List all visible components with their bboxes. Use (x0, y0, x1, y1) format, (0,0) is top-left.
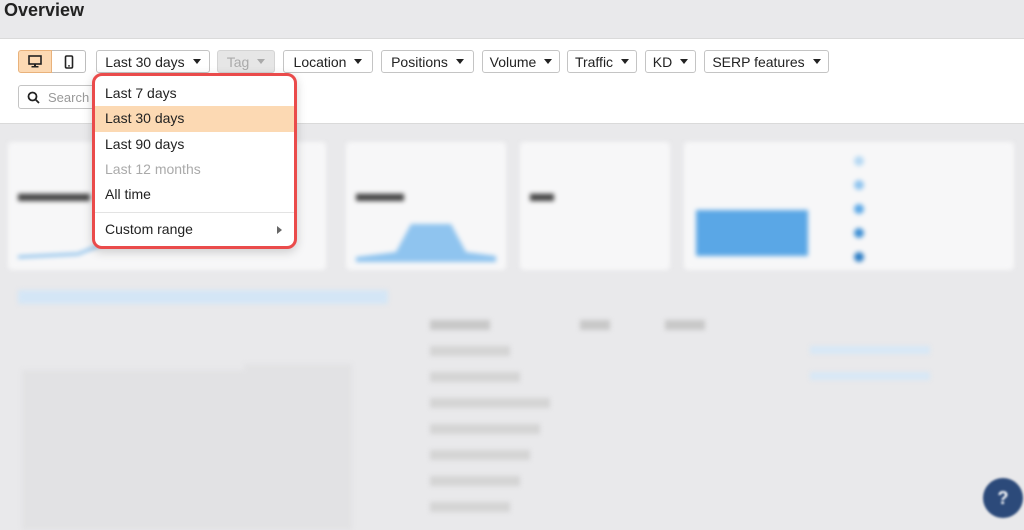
kd-filter[interactable]: KD (645, 50, 696, 73)
desktop-button[interactable] (18, 50, 52, 73)
desktop-icon (28, 55, 42, 68)
chevron-down-icon (257, 59, 266, 64)
metric-card: ▬ (520, 142, 670, 270)
date-range-menu: Last 7 days Last 30 days Last 90 days La… (92, 73, 297, 249)
chevron-right-icon (277, 226, 282, 235)
metric-card (684, 142, 1014, 270)
help-button[interactable]: ? (983, 478, 1023, 518)
menu-item-last-90-days[interactable]: Last 90 days (95, 132, 294, 157)
chevron-down-icon (354, 59, 363, 64)
device-toggle (18, 50, 86, 73)
menu-item-custom-range[interactable]: Custom range (95, 217, 294, 242)
traffic-filter-label: Traffic (574, 53, 614, 70)
chevron-down-icon (680, 59, 689, 64)
page-title: Overview (4, 0, 85, 20)
blurred-chart (22, 370, 352, 530)
metric-card: ▬▬ (346, 142, 506, 270)
menu-item-last-7-days[interactable]: Last 7 days (95, 81, 294, 106)
kd-filter-label: KD (652, 53, 673, 70)
chevron-down-icon (544, 59, 553, 64)
tag-filter-label: Tag (226, 53, 250, 70)
chevron-down-icon (192, 59, 201, 64)
custom-range-label: Custom range (105, 221, 193, 238)
chevron-down-icon (455, 59, 464, 64)
menu-item-last-30-days[interactable]: Last 30 days (95, 106, 294, 132)
location-filter-label: Location (293, 53, 347, 70)
tag-filter[interactable]: Tag (217, 50, 275, 73)
mobile-icon (64, 54, 73, 69)
volume-filter[interactable]: Volume (482, 50, 560, 73)
chevron-down-icon (812, 59, 821, 64)
positions-filter-label: Positions (391, 53, 448, 70)
positions-filter[interactable]: Positions (381, 50, 474, 73)
search-input[interactable] (48, 89, 98, 105)
mobile-button[interactable] (52, 50, 86, 73)
location-filter[interactable]: Location (283, 50, 373, 73)
traffic-filter[interactable]: Traffic (567, 50, 637, 73)
date-range-label: Last 30 days (105, 53, 185, 70)
menu-item-all-time[interactable]: All time (95, 182, 294, 207)
date-range-dropdown[interactable]: Last 30 days (96, 50, 210, 73)
menu-item-last-12-months: Last 12 months (105, 160, 201, 177)
serp-features-filter-label: SERP features (712, 53, 805, 70)
serp-features-filter[interactable]: SERP features (704, 50, 829, 73)
menu-divider (95, 212, 294, 214)
search-icon (27, 91, 40, 104)
chevron-down-icon (621, 59, 630, 64)
volume-filter-label: Volume (489, 53, 537, 70)
